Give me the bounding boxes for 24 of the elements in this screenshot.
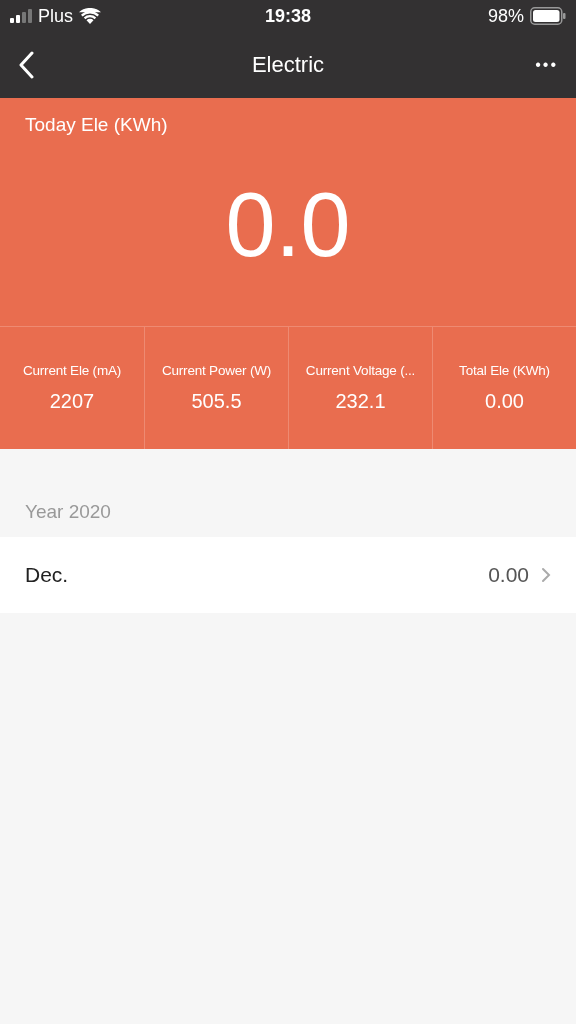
stat-label: Total Ele (KWh) (459, 363, 550, 378)
battery-percent: 98% (487, 5, 524, 27)
battery-icon (530, 7, 566, 25)
today-label: Today Ele (KWh) (24, 113, 169, 136)
month-row[interactable]: Dec. 0.00 (0, 537, 576, 613)
carrier-name: Plus (38, 5, 73, 27)
stat-value: 505.5 (191, 390, 242, 413)
stat-value: 0.00 (485, 390, 524, 413)
stat-value: 2207 (49, 390, 95, 413)
today-value: 0.0 (225, 174, 351, 277)
stat-label: Current Power (W) (161, 363, 272, 378)
stat-label: Current Voltage (... (305, 363, 416, 378)
back-button[interactable] (18, 51, 34, 79)
stat-label: Current Ele (mA) (22, 363, 122, 378)
section-title: Year 2020 (24, 500, 112, 524)
more-button[interactable]: ••• (535, 56, 558, 74)
stat-value: 232.1 (335, 390, 386, 413)
wifi-icon (79, 8, 101, 24)
month-label: Dec. (25, 563, 69, 587)
signal-icon (10, 9, 32, 23)
page-title: Electric (251, 52, 325, 78)
status-time: 19:38 (265, 5, 311, 27)
month-value: 0.00 (488, 563, 529, 587)
chevron-icon (541, 567, 551, 583)
